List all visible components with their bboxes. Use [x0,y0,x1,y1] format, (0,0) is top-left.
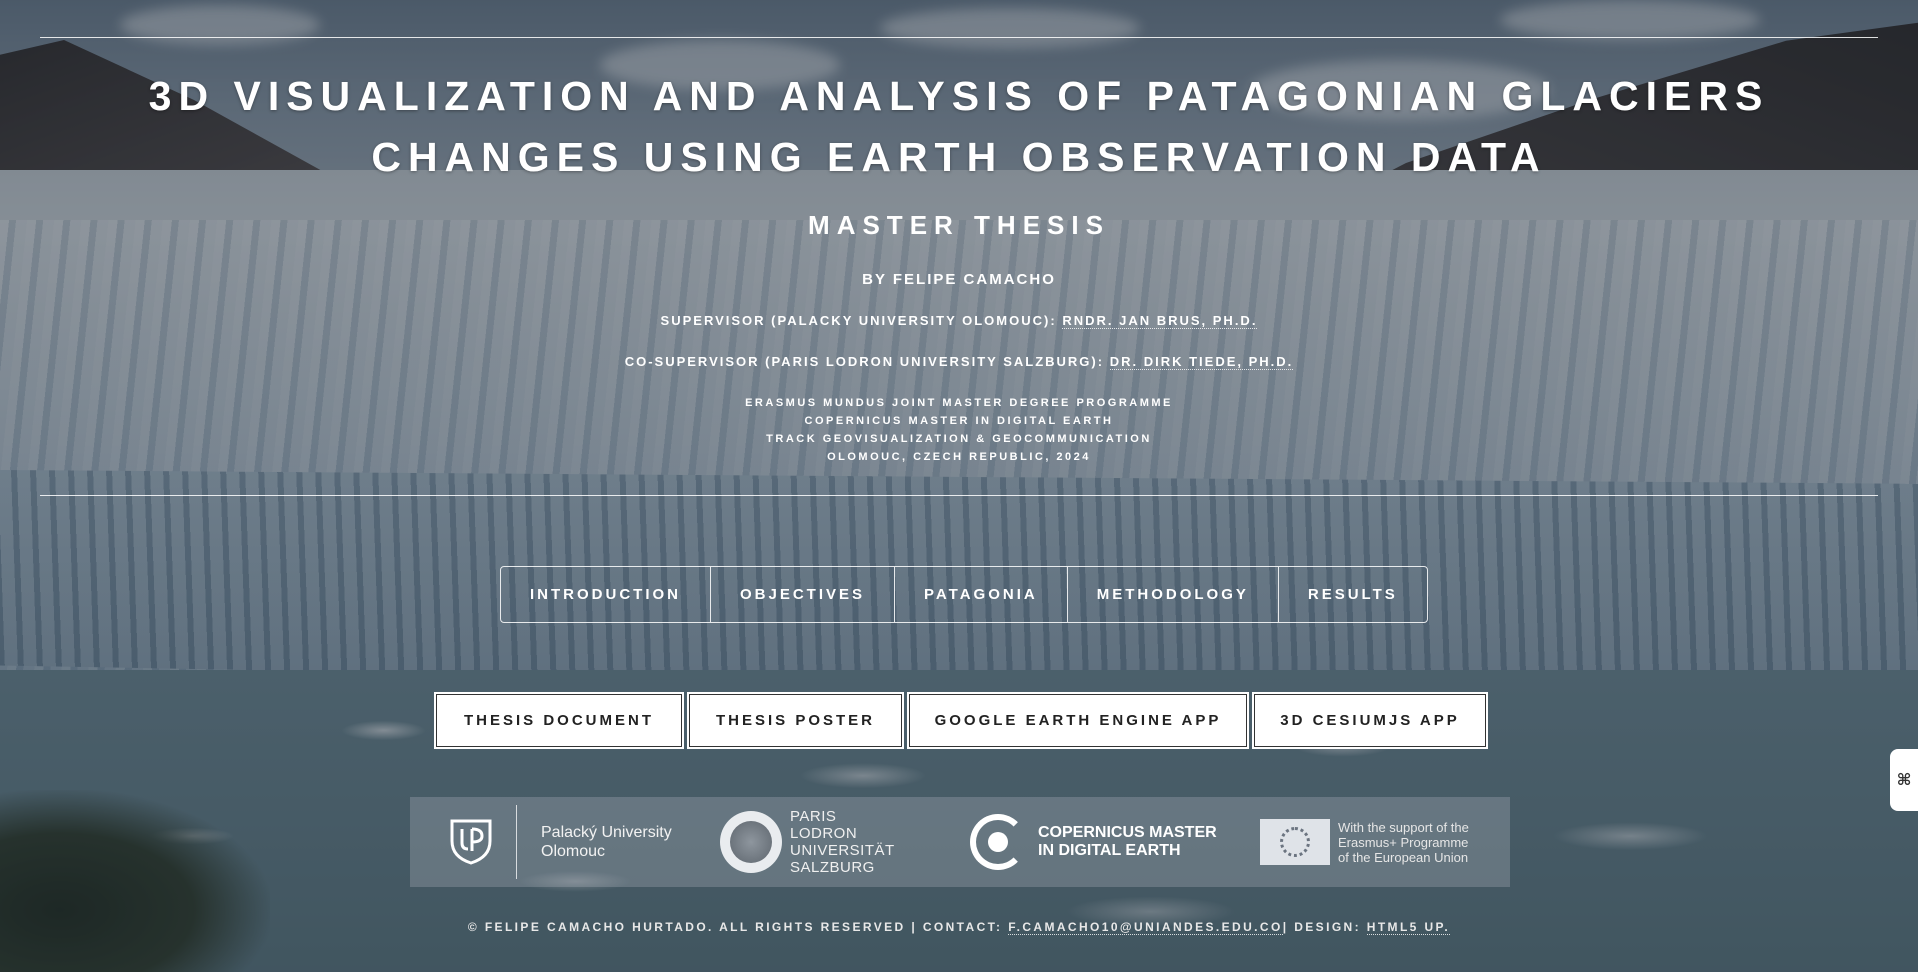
eu-line: of the European Union [1338,849,1469,865]
programme-line: COPERNICUS MASTER IN DIGITAL EARTH [804,415,1114,427]
plus-line: SALZBURG [790,859,875,876]
plus-logo: PARIS LODRON UNIVERSITÄT SALZBURG [720,808,970,876]
eu-flag-icon [1260,819,1330,865]
subtitle: MASTER THESIS [808,210,1110,240]
upol-shield-icon [450,819,492,865]
title-line-2: CHANGES USING EARTH OBSERVATION DATA [371,134,1547,180]
programme-line: TRACK GEOVISUALIZATION & GEOCOMMUNICATIO… [766,433,1152,445]
copernicus-line: IN DIGITAL EARTH [1038,842,1181,859]
programme-line: ERASMUS MUNDUS JOINT MASTER DEGREE PROGR… [745,397,1173,409]
cosupervisor-link[interactable]: DR. DIRK TIEDE, PH.D. [1109,354,1294,370]
author: BY FELIPE CAMACHO [862,271,1056,288]
programme-info: ERASMUS MUNDUS JOINT MASTER DEGREE PROGR… [0,394,1918,466]
footer-design-label: | DESIGN: [1282,920,1362,934]
footer-copyright: © FELIPE CAMACHO HURTADO. ALL RIGHTS RES… [467,920,1003,934]
partner-logos: Palacký University Olomouc PARIS LODRON … [410,797,1510,887]
side-tab-icon: ⌘ [1896,772,1912,789]
copernicus-line: COPERNICUS MASTER [1038,824,1217,841]
copernicus-logo: COPERNICUS MASTER IN DIGITAL EARTH [970,814,1260,870]
thesis-poster-button[interactable]: THESIS POSTER [687,692,904,749]
upol-name-line: Olomouc [541,843,606,860]
side-tab-handle[interactable]: ⌘ [1890,749,1918,811]
copernicus-ring-icon [970,814,1026,870]
gee-app-button[interactable]: GOOGLE EARTH ENGINE APP [907,692,1249,749]
erasmus-logo: With the support of the Erasmus+ Program… [1260,819,1510,865]
eu-line: Erasmus+ Programme [1338,834,1469,850]
plus-seal-icon [720,811,782,873]
nav-methodology[interactable]: METHODOLOGY [1066,567,1278,622]
main-nav: INTRODUCTION OBJECTIVES PATAGONIA METHOD… [500,566,1428,623]
page-title: 3D VISUALIZATION AND ANALYSIS OF PATAGON… [60,66,1858,188]
resource-buttons: THESIS DOCUMENT THESIS POSTER GOOGLE EAR… [434,692,1488,749]
cesiumjs-app-button[interactable]: 3D CESIUMJS APP [1252,692,1488,749]
bottom-divider [40,495,1878,496]
plus-line: UNIVERSITÄT [790,842,895,859]
title-line-1: 3D VISUALIZATION AND ANALYSIS OF PATAGON… [148,73,1770,119]
supervisor-label: SUPERVISOR (PALACKY UNIVERSITY OLOMOUC): [660,313,1057,328]
nav-introduction[interactable]: INTRODUCTION [501,567,710,622]
footer: © FELIPE CAMACHO HURTADO. ALL RIGHTS RES… [0,920,1918,935]
html5up-link[interactable]: HTML5 UP. [1366,920,1451,935]
nav-results[interactable]: RESULTS [1277,567,1427,622]
plus-line: LODRON [790,825,858,842]
supervisor-line: SUPERVISOR (PALACKY UNIVERSITY OLOMOUC):… [0,313,1918,329]
eu-line: With the support of the [1338,819,1469,835]
cosupervisor-label: CO-SUPERVISOR (PARIS LODRON UNIVERSITY S… [624,354,1105,369]
upol-name-line: Palacký University [541,824,672,841]
supervisor-link[interactable]: RNDR. JAN BRUS, PH.D. [1062,313,1258,329]
top-divider [40,37,1878,38]
thesis-document-button[interactable]: THESIS DOCUMENT [434,692,684,749]
plus-line: PARIS [790,808,837,825]
programme-line: OLOMOUC, CZECH REPUBLIC, 2024 [827,451,1091,463]
nav-objectives[interactable]: OBJECTIVES [710,567,894,622]
upol-logo: Palacký University Olomouc [450,805,720,879]
contact-email-link[interactable]: F.CAMACHO10@UNIANDES.EDU.CO [1008,920,1283,935]
nav-patagonia[interactable]: PATAGONIA [894,567,1067,622]
cosupervisor-line: CO-SUPERVISOR (PARIS LODRON UNIVERSITY S… [0,354,1918,370]
